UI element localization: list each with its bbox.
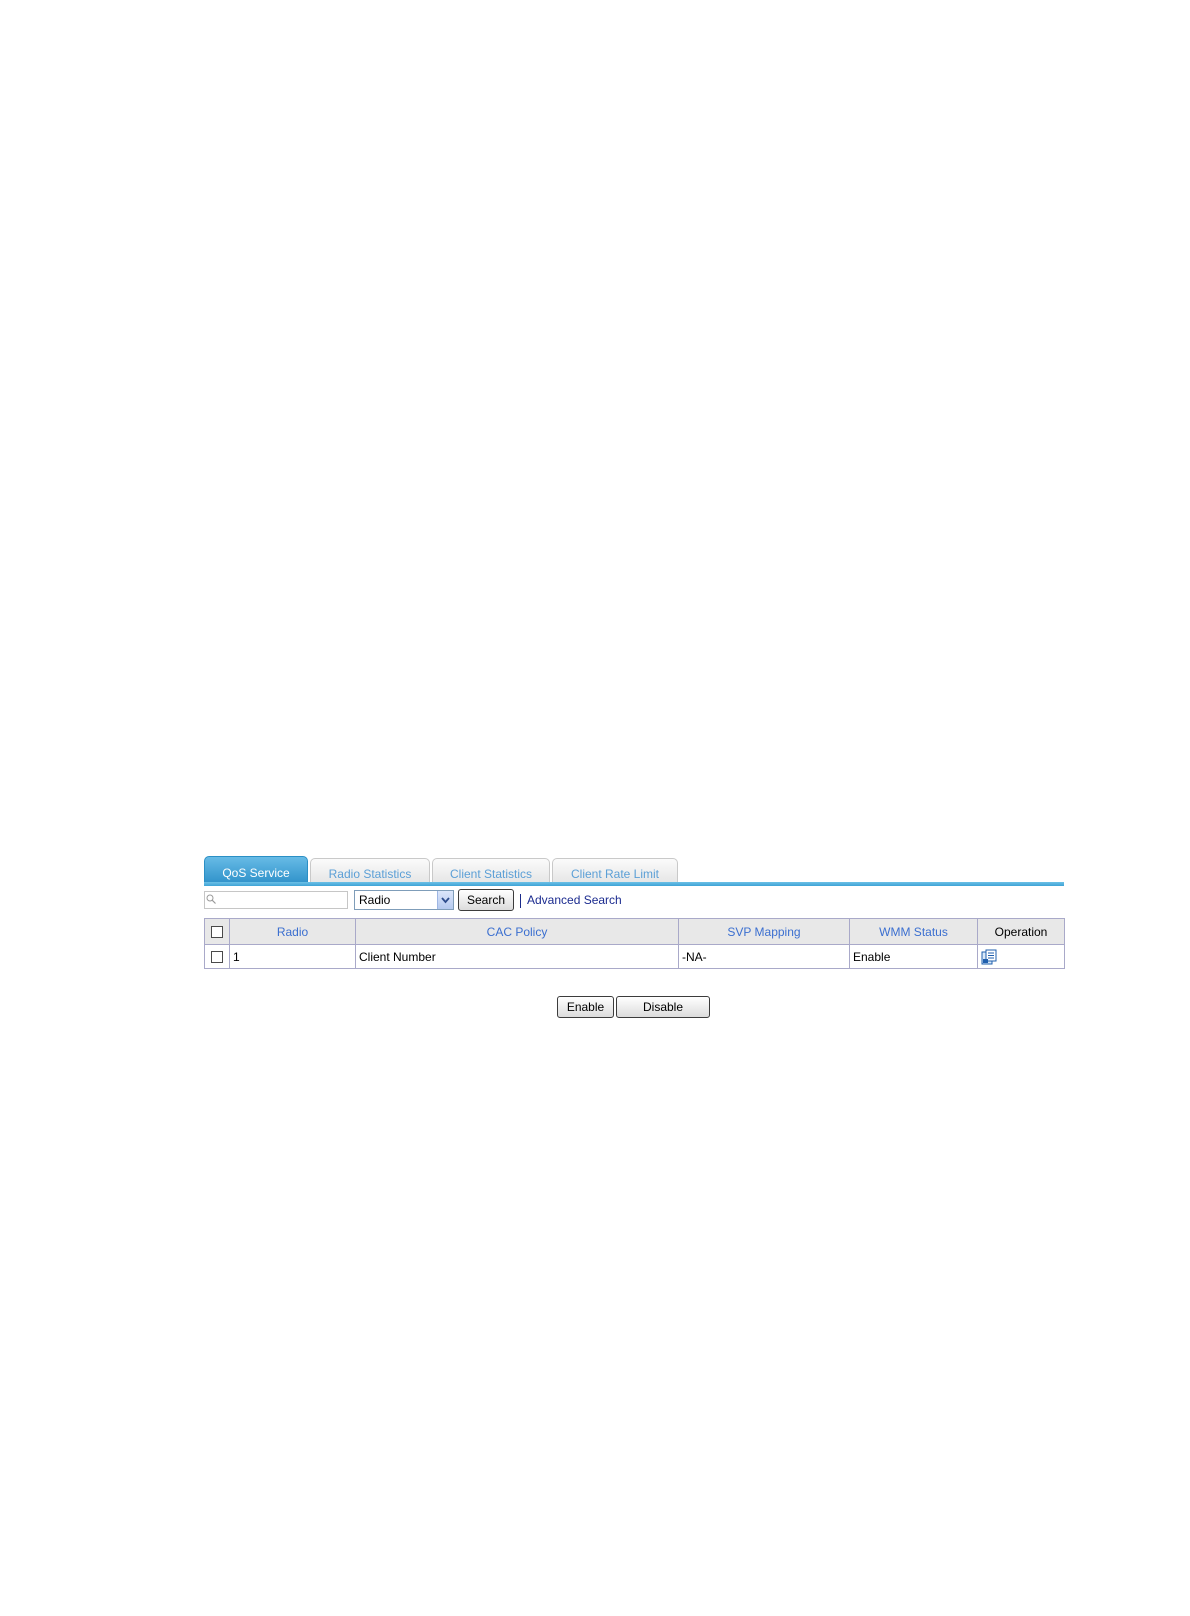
select-all-checkbox[interactable]: [211, 926, 223, 939]
tab-underline: [204, 882, 1064, 886]
table-header-row: Radio CAC Policy SVP Mapping WMM Status …: [204, 918, 1065, 945]
table-row: 1 Client Number -NA- Enable: [204, 944, 1065, 969]
search-row: Radio Search Advanced Search: [204, 889, 1064, 917]
qos-table: Radio CAC Policy SVP Mapping WMM Status …: [204, 918, 1065, 969]
edit-details-icon[interactable]: [981, 949, 997, 965]
search-button[interactable]: Search: [458, 889, 514, 911]
enable-button[interactable]: Enable: [557, 996, 614, 1018]
cell-svp-mapping: -NA-: [678, 944, 850, 969]
search-input[interactable]: [204, 891, 348, 909]
column-header-cac-policy[interactable]: CAC Policy: [355, 918, 679, 945]
qos-panel: QoS Service Radio Statistics Client Stat…: [204, 856, 1065, 1018]
select-value: Radio: [359, 893, 391, 907]
action-buttons: Enable Disable: [557, 996, 717, 1018]
divider: [520, 894, 521, 908]
search-icon: [206, 894, 216, 904]
search-field-select[interactable]: Radio: [354, 890, 454, 910]
row-select-cell: [204, 944, 230, 969]
column-header-radio[interactable]: Radio: [229, 918, 356, 945]
column-header-svp-mapping[interactable]: SVP Mapping: [678, 918, 850, 945]
disable-button[interactable]: Disable: [616, 996, 710, 1018]
cell-wmm-status: Enable: [849, 944, 978, 969]
cell-operation: [977, 944, 1065, 969]
tab-bar: QoS Service Radio Statistics Client Stat…: [204, 856, 1064, 886]
row-checkbox[interactable]: [211, 951, 223, 964]
cell-cac-policy: Client Number: [355, 944, 679, 969]
column-header-operation: Operation: [977, 918, 1065, 945]
select-all-cell: [204, 918, 230, 945]
cell-radio: 1: [229, 944, 356, 969]
column-header-wmm-status[interactable]: WMM Status: [849, 918, 978, 945]
advanced-search-link[interactable]: Advanced Search: [527, 893, 622, 907]
chevron-down-icon[interactable]: [437, 891, 453, 909]
